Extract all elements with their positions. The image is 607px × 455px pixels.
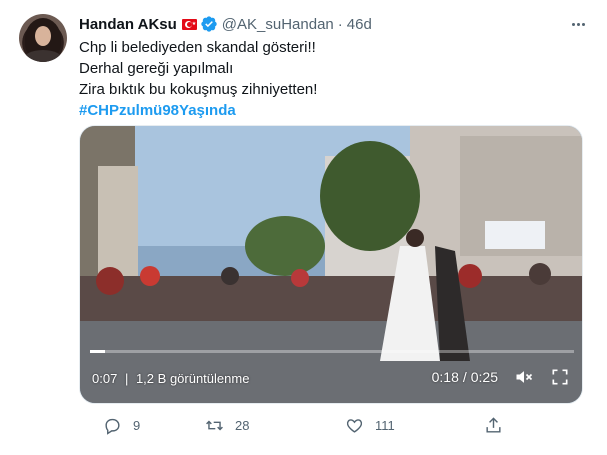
video-remaining: 0:07: [92, 371, 118, 386]
hashtag-link[interactable]: #CHPzulmü98Yaşında: [79, 100, 317, 121]
more-icon[interactable]: [566, 12, 590, 36]
avatar-face: [35, 26, 51, 46]
tweet-card[interactable]: Handan AKsu ★ @AK_suHandan · 46d Chp li …: [0, 0, 607, 455]
video-frame: [80, 126, 582, 403]
mute-icon[interactable]: [514, 367, 534, 387]
view-count: 1,2 B: [135, 371, 167, 386]
tweet-line: Derhal gereği yapılmalı: [79, 60, 234, 77]
video-stats: 0:07 | 1,2 B görüntülenme: [92, 371, 249, 386]
retweet-button[interactable]: 28: [205, 416, 249, 435]
share-button[interactable]: [484, 416, 503, 435]
fullscreen-icon[interactable]: [550, 367, 570, 387]
tweet-line: Zira bıktık bu kokuşmuş zihniyetten!: [79, 81, 318, 98]
tweet-line: Chp li belediyeden skandal gösteri!!: [79, 39, 316, 56]
video-progress-fill: [90, 350, 105, 353]
video-total: 0:25: [470, 369, 498, 385]
tweet-actions: 9 28 111: [79, 416, 519, 440]
retweet-count: 28: [235, 418, 250, 433]
header-separator: ·: [337, 15, 343, 33]
tweet-time[interactable]: 46d: [347, 16, 372, 33]
turkey-flag-icon: ★: [181, 18, 197, 30]
video-controls: 0:18 / 0:25: [432, 367, 570, 387]
verified-badge-icon: [201, 16, 217, 32]
tweet-header: Handan AKsu ★ @AK_suHandan · 46d: [79, 14, 372, 34]
reply-icon: [105, 418, 120, 435]
author-handle[interactable]: @AK_suHandan: [222, 16, 334, 33]
tweet-text: Chp li belediyeden skandal gösteri!! Der…: [79, 37, 317, 121]
share-icon: [486, 417, 501, 433]
avatar[interactable]: [19, 14, 67, 62]
reply-button[interactable]: 9: [103, 416, 140, 435]
like-icon: [346, 419, 363, 433]
view-count-label: görüntülenme: [169, 371, 250, 386]
like-button[interactable]: 111: [345, 416, 395, 435]
reply-count: 9: [133, 418, 141, 433]
video-elapsed: 0:18: [431, 369, 459, 385]
video-progress-bar[interactable]: [90, 350, 574, 353]
stats-separator: |: [124, 371, 129, 386]
like-count: 111: [375, 418, 395, 433]
author-name[interactable]: Handan AKsu: [79, 16, 177, 33]
retweet-icon: [206, 420, 223, 431]
video-player[interactable]: 0:07 | 1,2 B görüntülenme 0:18 / 0:25: [79, 125, 583, 404]
time-separator: /: [462, 369, 467, 385]
